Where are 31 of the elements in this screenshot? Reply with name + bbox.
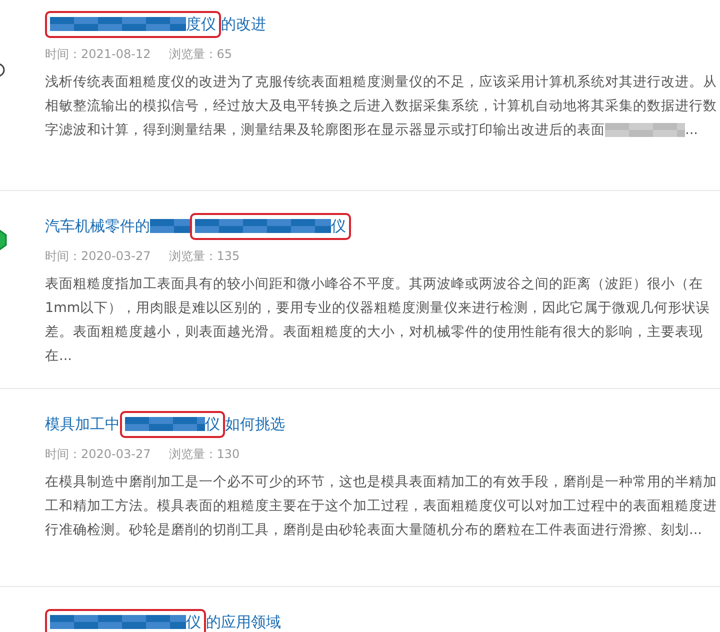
summary-text: 工和精加工方法。模具表面的粗糙度主要在于这个加工过程，表面粗糙度仪可以对加工过程中的表面粗糙度进 [45,497,717,516]
view-count: 浏览量：135 [168,248,240,265]
summary-text: 字滤波和计算，得到测量结果，测量结果及轮廓图形在显示器显示或打印输出改进后的表面 [45,121,605,140]
title-text: 度仪 [186,14,216,34]
title-text: 如何挑选 [225,414,285,434]
title-text: 仪 [205,414,220,434]
article-title-link[interactable]: 汽车机械零件的 仪 [45,214,351,238]
summary-text: 浅析传统表面粗糙度仪的改进为了克服传统表面粗糙度测量仪的不足，应该采用计算机系统对其进行改进。从 [45,73,717,92]
article-title-link[interactable]: 度仪 的改进 [45,12,266,36]
title-text: 模具加工中 [45,414,120,434]
publish-time: 时间：2021-08-12 [45,46,151,63]
summary-text: 1mm以下），用肉眼是难以区别的，要用专业的仪器粗糙度测量仪来进行检测，因此它属于微观几何形状误 [45,299,710,318]
title-text: 汽车机械零件的 [45,216,150,236]
title-text: 仪 [186,612,201,632]
view-count: 浏览量：65 [168,46,232,63]
summary-text: 相敏整流输出的模拟信号，经过放大及电平转换之后进入数据采集系统，计算机自动地将其采集的数据进行数 [45,97,717,116]
view-count: 浏览量：130 [168,446,240,463]
article-title-link[interactable]: 仪 的应用领域 [45,610,281,632]
summary-text: 行准确检测。砂轮是磨削的切削工具，磨削是由砂轮表面大量随机分布的磨粒在工件表面进行滑擦、刻划... [45,521,702,540]
title-text: 的改进 [221,14,266,34]
summary-text: ... [685,121,698,140]
summary-text: 差。表面粗糙度越小，则表面越光滑。表面粗糙度的大小，对机械零件的使用性能有很大的影响，主要表现 [45,323,703,342]
summary-text: 在模具制造中磨削加工是一个必不可少的环节，这也是模具表面精加工的有效手段，磨削是一种常用的半精加 [45,473,717,492]
title-text: 仪 [331,216,346,236]
publish-time: 时间：2020-03-27 [45,248,151,265]
summary-text: 表面粗糙度指加工表面具有的较小间距和微小峰谷不平度。其两波峰或两波谷之间的距离（波距）很小（在 [45,275,703,294]
publish-time: 时间：2020-03-27 [45,446,151,463]
title-text: 的应用领域 [206,612,281,632]
article-title-link[interactable]: 模具加工中 仪 如何挑选 [45,412,285,436]
summary-text: 在... [45,347,72,366]
pixelated-text [150,219,190,233]
